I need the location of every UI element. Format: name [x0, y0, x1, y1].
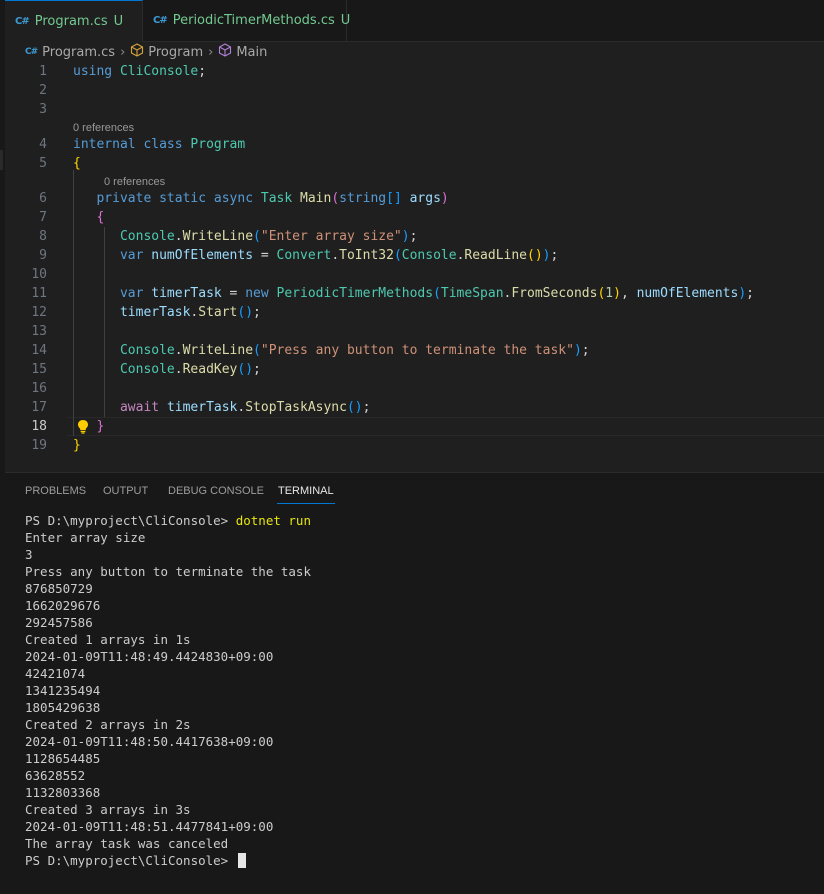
chevron-right-icon: › — [208, 44, 214, 60]
codelens-references[interactable]: 0 references — [104, 174, 165, 190]
code-line-current: 18 } — [31, 419, 105, 434]
terminal-output-lines: Enter array size 3 Press any button to ter… — [25, 529, 311, 852]
tab-output[interactable]: OUTPUT — [103, 485, 148, 497]
panel-tab-bar: PROBLEMS OUTPUT DEBUG CONSOLE TERMINAL — [5, 473, 824, 508]
code-line: 12 timerTask.Start(); — [31, 305, 261, 320]
tab-label: PeriodicTimerMethods.cs — [172, 13, 335, 28]
terminal-line: Enter array size — [25, 530, 146, 545]
code-line: 17 await timerTask.StopTaskAsync(); — [31, 400, 371, 415]
codelens-references[interactable]: 0 references — [73, 120, 134, 136]
code-line: 10 — [31, 267, 47, 282]
terminal-line: The array task was canceled — [25, 836, 229, 851]
terminal-line: 1128654485 — [25, 751, 101, 766]
terminal-line: Created 3 arrays in 3s — [25, 802, 191, 817]
csharp-file-icon: C# — [153, 15, 168, 26]
code-line: 15 Console.ReadKey(); — [31, 362, 261, 377]
breadcrumb-method[interactable]: Main — [236, 45, 267, 60]
terminal-line: 292457586 — [25, 615, 93, 630]
terminal-line: 1132803368 — [25, 785, 101, 800]
breadcrumb-file[interactable]: Program.cs — [42, 45, 115, 60]
code-line: 4 internal class Program — [39, 137, 246, 152]
git-status-untracked: U — [340, 13, 351, 28]
terminal-line: 3 — [25, 547, 33, 562]
lightbulb-icon[interactable] — [75, 417, 91, 436]
terminal-prompt: PS D:\myproject\CliConsole> — [25, 853, 236, 868]
method-icon — [218, 43, 232, 61]
csharp-file-icon: C# — [15, 16, 30, 27]
tab-label: Program.cs — [34, 14, 108, 29]
tab-terminal[interactable]: TERMINAL — [277, 485, 335, 504]
breadcrumb-class[interactable]: Program — [148, 45, 203, 60]
terminal-final-line: PS D:\myproject\CliConsole> — [25, 852, 311, 869]
bottom-panel: PROBLEMS OUTPUT DEBUG CONSOLE TERMINAL P… — [5, 472, 824, 894]
terminal-line: 2024-01-09T11:48:50.4417638+09:00 — [25, 734, 274, 749]
code-line: 9 var numOfElements = Convert.ToInt32(Co… — [39, 248, 559, 263]
tab-periodic-timer-methods-cs[interactable]: C# PeriodicTimerMethods.cs U — [143, 0, 350, 41]
tab-debug-console[interactable]: DEBUG CONSOLE — [168, 485, 264, 497]
terminal-line: Created 1 arrays in 1s — [25, 632, 191, 647]
code-line: 13 — [31, 324, 47, 339]
tab-program-cs[interactable]: C# Program.cs U — [5, 0, 143, 42]
code-line: 16 — [31, 381, 47, 396]
terminal-prompt: PS D:\myproject\CliConsole> — [25, 513, 236, 528]
terminal-line: 2024-01-09T11:48:49.4424830+09:00 — [25, 649, 274, 664]
terminal-output[interactable]: PS D:\myproject\CliConsole> dotnet run E… — [25, 512, 311, 869]
terminal-line: 2024-01-09T11:48:51.4477841+09:00 — [25, 819, 274, 834]
terminal-line: Press any button to terminate the task — [25, 564, 311, 579]
terminal-line: Created 2 arrays in 2s — [25, 717, 191, 732]
code-line: 5{ — [39, 156, 81, 171]
terminal-line: 1662029676 — [25, 598, 101, 613]
terminal-line: 42421074 — [25, 666, 86, 681]
code-line: 19} — [31, 438, 81, 453]
terminal-line: 63628552 — [25, 768, 86, 783]
terminal-cursor[interactable] — [237, 853, 246, 868]
code-line: 14 Console.WriteLine("Press any button t… — [31, 343, 590, 358]
sash-indicator — [0, 150, 3, 170]
class-icon — [130, 43, 144, 61]
code-line: 11 var timerTask = new PeriodicTimerMeth… — [31, 286, 754, 301]
code-line: 6 private static async Task Main(string[… — [39, 191, 449, 206]
terminal-line: 876850729 — [25, 581, 93, 596]
csharp-file-icon: C# — [25, 47, 38, 57]
code-line: 7 { — [39, 210, 105, 225]
breadcrumb: C# Program.cs › Program › Main — [5, 42, 824, 62]
tab-problems[interactable]: PROBLEMS — [25, 485, 86, 497]
terminal-line: 1805429638 — [25, 700, 101, 715]
chevron-right-icon: › — [120, 44, 126, 60]
code-line: 1 using CliConsole; — [39, 64, 207, 79]
code-line: 8 Console.WriteLine("Enter array size"); — [39, 229, 418, 244]
terminal-line: 1341235494 — [25, 683, 101, 698]
editor-tab-bar: C# Program.cs U C# PeriodicTimerMethods.… — [5, 0, 824, 42]
code-line: 3 — [39, 102, 47, 117]
code-editor[interactable]: 1 using CliConsole; 2 3 0 references 4 int… — [5, 62, 824, 470]
terminal-command-line: PS D:\myproject\CliConsole> dotnet run — [25, 512, 311, 529]
terminal-command: dotnet run — [235, 513, 311, 528]
code-line: 2 — [39, 83, 47, 98]
git-status-untracked: U — [113, 14, 124, 29]
